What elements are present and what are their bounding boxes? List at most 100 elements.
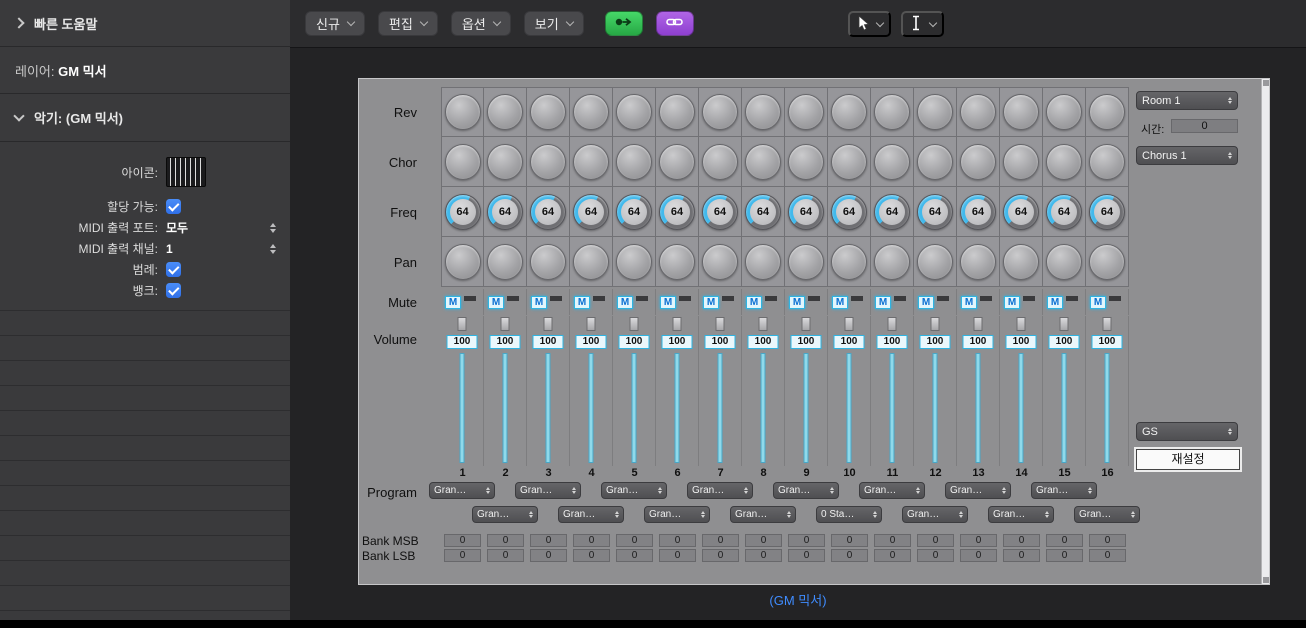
volume-bar[interactable]	[976, 353, 981, 463]
menu-new-button[interactable]: 신규	[305, 11, 365, 36]
pan-knob[interactable]	[487, 244, 523, 280]
chorus-type-select[interactable]: Chorus 1	[1136, 146, 1238, 165]
program-select[interactable]: Gran…	[859, 482, 925, 499]
mute-button[interactable]: M	[703, 296, 719, 309]
bank-lsb-field[interactable]: 0	[616, 549, 653, 562]
bank-msb-field[interactable]: 0	[616, 534, 653, 547]
volume-bar[interactable]	[503, 353, 508, 463]
bank-msb-field[interactable]: 0	[960, 534, 997, 547]
bank-lsb-field[interactable]: 0	[702, 549, 739, 562]
program-select[interactable]: Gran…	[644, 506, 710, 523]
reset-button[interactable]: 재설정	[1136, 449, 1240, 470]
freq-knob[interactable]: 64	[530, 194, 566, 230]
chor-knob[interactable]	[573, 144, 609, 180]
rev-knob[interactable]	[616, 94, 652, 130]
chor-knob[interactable]	[487, 144, 523, 180]
freq-knob[interactable]: 64	[573, 194, 609, 230]
rev-knob[interactable]	[874, 94, 910, 130]
chor-knob[interactable]	[917, 144, 953, 180]
chor-knob[interactable]	[616, 144, 652, 180]
freq-knob[interactable]: 64	[874, 194, 910, 230]
mixer-icon-thumbnail[interactable]	[166, 157, 206, 187]
mute-button[interactable]: M	[488, 296, 504, 309]
volume-fader-handle[interactable]	[458, 317, 467, 331]
rev-knob[interactable]	[1089, 94, 1125, 130]
rev-knob[interactable]	[917, 94, 953, 130]
bank-lsb-field[interactable]: 0	[917, 549, 954, 562]
volume-fader-handle[interactable]	[630, 317, 639, 331]
rev-knob[interactable]	[788, 94, 824, 130]
program-select[interactable]: Gran…	[730, 506, 796, 523]
gm-mode-select[interactable]: GS	[1136, 422, 1238, 441]
volume-fader-handle[interactable]	[974, 317, 983, 331]
pan-knob[interactable]	[874, 244, 910, 280]
pan-knob[interactable]	[659, 244, 695, 280]
pan-knob[interactable]	[530, 244, 566, 280]
scrollbar-top-handle[interactable]	[1263, 80, 1269, 86]
pan-knob[interactable]	[445, 244, 481, 280]
assignable-checkbox[interactable]	[166, 199, 181, 214]
bank-lsb-field[interactable]: 0	[1003, 549, 1040, 562]
menu-options-button[interactable]: 옵션	[451, 11, 511, 36]
bank-msb-field[interactable]: 0	[444, 534, 481, 547]
chor-knob[interactable]	[530, 144, 566, 180]
chor-knob[interactable]	[960, 144, 996, 180]
pan-knob[interactable]	[1089, 244, 1125, 280]
volume-bar[interactable]	[1019, 353, 1024, 463]
bank-lsb-field[interactable]: 0	[444, 549, 481, 562]
freq-knob[interactable]: 64	[788, 194, 824, 230]
bank-msb-field[interactable]: 0	[659, 534, 696, 547]
pan-knob[interactable]	[960, 244, 996, 280]
freq-knob[interactable]: 64	[960, 194, 996, 230]
reverb-time-field[interactable]: 0	[1171, 119, 1238, 133]
rev-knob[interactable]	[1046, 94, 1082, 130]
bank-msb-field[interactable]: 0	[702, 534, 739, 547]
bank-lsb-field[interactable]: 0	[573, 549, 610, 562]
layer-row[interactable]: 레이어: GM 믹서	[0, 47, 290, 94]
program-select[interactable]: Gran…	[773, 482, 839, 499]
mute-button[interactable]: M	[445, 296, 461, 309]
bank-msb-field[interactable]: 0	[1046, 534, 1083, 547]
program-select[interactable]: Gran…	[945, 482, 1011, 499]
volume-bar[interactable]	[589, 353, 594, 463]
mute-button[interactable]: M	[1090, 296, 1106, 309]
chor-knob[interactable]	[1046, 144, 1082, 180]
pan-knob[interactable]	[616, 244, 652, 280]
bank-lsb-field[interactable]: 0	[831, 549, 868, 562]
chor-knob[interactable]	[1003, 144, 1039, 180]
volume-fader-handle[interactable]	[931, 317, 940, 331]
bank-lsb-field[interactable]: 0	[1089, 549, 1126, 562]
rev-knob[interactable]	[831, 94, 867, 130]
volume-bar[interactable]	[460, 353, 465, 463]
instrument-row[interactable]: 악기: (GM 믹서)	[0, 94, 290, 142]
freq-knob[interactable]: 64	[745, 194, 781, 230]
chor-knob[interactable]	[659, 144, 695, 180]
rev-knob[interactable]	[702, 94, 738, 130]
mute-button[interactable]: M	[660, 296, 676, 309]
bank-msb-field[interactable]: 0	[573, 534, 610, 547]
mute-button[interactable]: M	[832, 296, 848, 309]
midi-out-channel-stepper[interactable]	[270, 244, 276, 254]
bank-checkbox[interactable]	[166, 283, 181, 298]
menu-view-button[interactable]: 보기	[524, 11, 584, 36]
program-select[interactable]: Gran…	[902, 506, 968, 523]
mute-button[interactable]: M	[1004, 296, 1020, 309]
bank-lsb-field[interactable]: 0	[745, 549, 782, 562]
program-select[interactable]: 0 Sta…	[816, 506, 882, 523]
volume-bar[interactable]	[890, 353, 895, 463]
chor-knob[interactable]	[445, 144, 481, 180]
pan-knob[interactable]	[1046, 244, 1082, 280]
volume-bar[interactable]	[804, 353, 809, 463]
program-select[interactable]: Gran…	[1074, 506, 1140, 523]
bank-msb-field[interactable]: 0	[1089, 534, 1126, 547]
chor-knob[interactable]	[1089, 144, 1125, 180]
rev-knob[interactable]	[659, 94, 695, 130]
pointer-tool-button[interactable]	[848, 11, 891, 37]
bank-msb-field[interactable]: 0	[530, 534, 567, 547]
program-select[interactable]: Gran…	[988, 506, 1054, 523]
volume-fader-handle[interactable]	[587, 317, 596, 331]
program-select[interactable]: Gran…	[558, 506, 624, 523]
program-select[interactable]: Gran…	[429, 482, 495, 499]
pan-knob[interactable]	[573, 244, 609, 280]
mute-button[interactable]: M	[918, 296, 934, 309]
